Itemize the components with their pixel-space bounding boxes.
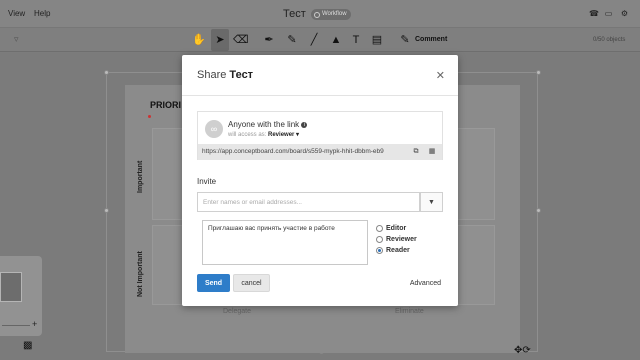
resize-handle[interactable] — [104, 208, 109, 213]
role-options: Editor Reviewer Reader — [376, 223, 417, 256]
settings-icon[interactable]: ⚙ — [620, 9, 629, 18]
link-url-row: https://app.conceptboard.com/board/s559-… — [198, 144, 442, 160]
quadrant-caption-delegate: Delegate — [223, 308, 252, 315]
shapes-icon[interactable]: ▲ — [329, 33, 343, 47]
role-reader-label: Reader — [386, 247, 410, 254]
row-label-not-important: Not Important — [137, 251, 144, 297]
editor-radio[interactable] — [376, 225, 383, 232]
access-prefix: will access as: — [228, 132, 267, 138]
object-count: 0/50 objects — [593, 37, 626, 43]
line-icon[interactable]: ╱ — [307, 33, 321, 47]
navigator-thumbnail[interactable] — [0, 272, 22, 302]
access-role-dropdown[interactable]: Reviewer ▾ — [268, 132, 299, 138]
sticky-note-icon[interactable]: ▤ — [370, 33, 384, 47]
pointer-icon[interactable]: ➤ — [211, 29, 229, 51]
resize-handle[interactable] — [536, 70, 541, 75]
workflow-label: Workflow — [322, 11, 347, 17]
menu-bar: View Help Тест Workflow ☎ ▭ ⚙ — [0, 0, 640, 28]
menu-view[interactable]: View — [8, 9, 25, 18]
phone-icon[interactable]: ☎ — [589, 9, 599, 18]
role-editor-label: Editor — [386, 225, 407, 232]
workflow-icon — [314, 11, 320, 18]
comment-label[interactable]: Comment — [415, 36, 447, 43]
eraser-icon[interactable]: ⌫ — [233, 33, 249, 47]
hand-icon[interactable]: ✋ — [192, 33, 206, 47]
access-level: will access as: Reviewer ▾ — [228, 131, 299, 138]
divider — [182, 95, 458, 96]
role-reader[interactable]: Reader — [376, 245, 417, 256]
zoom-in-icon[interactable]: + — [32, 319, 37, 329]
resize-handle[interactable] — [536, 208, 541, 213]
link-sharing-heading: Anyone with the link i — [228, 120, 308, 129]
qr-code-icon[interactable]: ▦ — [427, 147, 437, 157]
share-dialog: Share Тест ✕ ∞ Anyone with the link i wi… — [182, 55, 458, 306]
copy-link-icon[interactable]: ⧉ — [411, 147, 421, 157]
comment-icon[interactable]: ✎ — [398, 33, 412, 47]
invite-input[interactable] — [197, 192, 420, 212]
text-icon[interactable]: T — [349, 33, 363, 47]
advanced-link[interactable]: Advanced — [410, 280, 441, 287]
link-url[interactable]: https://app.conceptboard.com/board/s559-… — [202, 148, 402, 155]
access-role-label: Reviewer — [268, 132, 295, 138]
role-reviewer-label: Reviewer — [386, 236, 417, 243]
invite-label: Invite — [197, 177, 217, 186]
pen-icon[interactable]: ✒ — [262, 33, 276, 47]
dialog-title: Share Тест — [197, 69, 253, 81]
screen-icon[interactable]: ▭ — [604, 9, 613, 18]
dialog-title-name: Тест — [229, 69, 254, 81]
role-editor[interactable]: Editor — [376, 223, 417, 234]
highlighter-icon[interactable]: ✎ — [285, 33, 299, 47]
link-heading-text: Anyone with the link — [228, 120, 300, 129]
close-icon[interactable]: ✕ — [436, 69, 445, 82]
invite-message[interactable]: Приглашаю вас принять участие в работе — [202, 220, 368, 265]
reader-radio[interactable] — [376, 247, 383, 254]
chevron-down-icon[interactable]: ▼ — [420, 192, 443, 212]
workflow-badge[interactable]: Workflow — [311, 9, 351, 20]
send-button[interactable]: Send — [197, 274, 230, 292]
menu-help[interactable]: Help — [34, 9, 50, 18]
board-title: PRIORI — [150, 100, 182, 110]
info-icon[interactable]: i — [301, 122, 308, 128]
move-icon[interactable]: ✥⟳ — [514, 345, 531, 356]
quadrant-caption-eliminate: Eliminate — [395, 308, 424, 315]
presenter-icon[interactable]: ▩ — [23, 340, 32, 351]
filter-icon[interactable]: ▿ — [14, 34, 19, 45]
resize-handle[interactable] — [104, 70, 109, 75]
toolbar: ▿ ✋ ➤ ⌫ ✒ ✎ ╱ ▲ T ▤ ✎ Comment 0/50 objec… — [0, 28, 640, 52]
zoom-slider[interactable] — [2, 325, 30, 326]
document-title[interactable]: Тест — [283, 8, 306, 20]
reviewer-radio[interactable] — [376, 236, 383, 243]
role-reviewer[interactable]: Reviewer — [376, 234, 417, 245]
marker-dot — [148, 115, 151, 118]
cancel-button[interactable]: cancel — [233, 274, 270, 292]
link-sharing-box: ∞ Anyone with the link i will access as:… — [197, 111, 443, 160]
dialog-title-prefix: Share — [197, 69, 227, 81]
row-label-important: Important — [137, 160, 144, 193]
link-icon: ∞ — [205, 120, 223, 138]
